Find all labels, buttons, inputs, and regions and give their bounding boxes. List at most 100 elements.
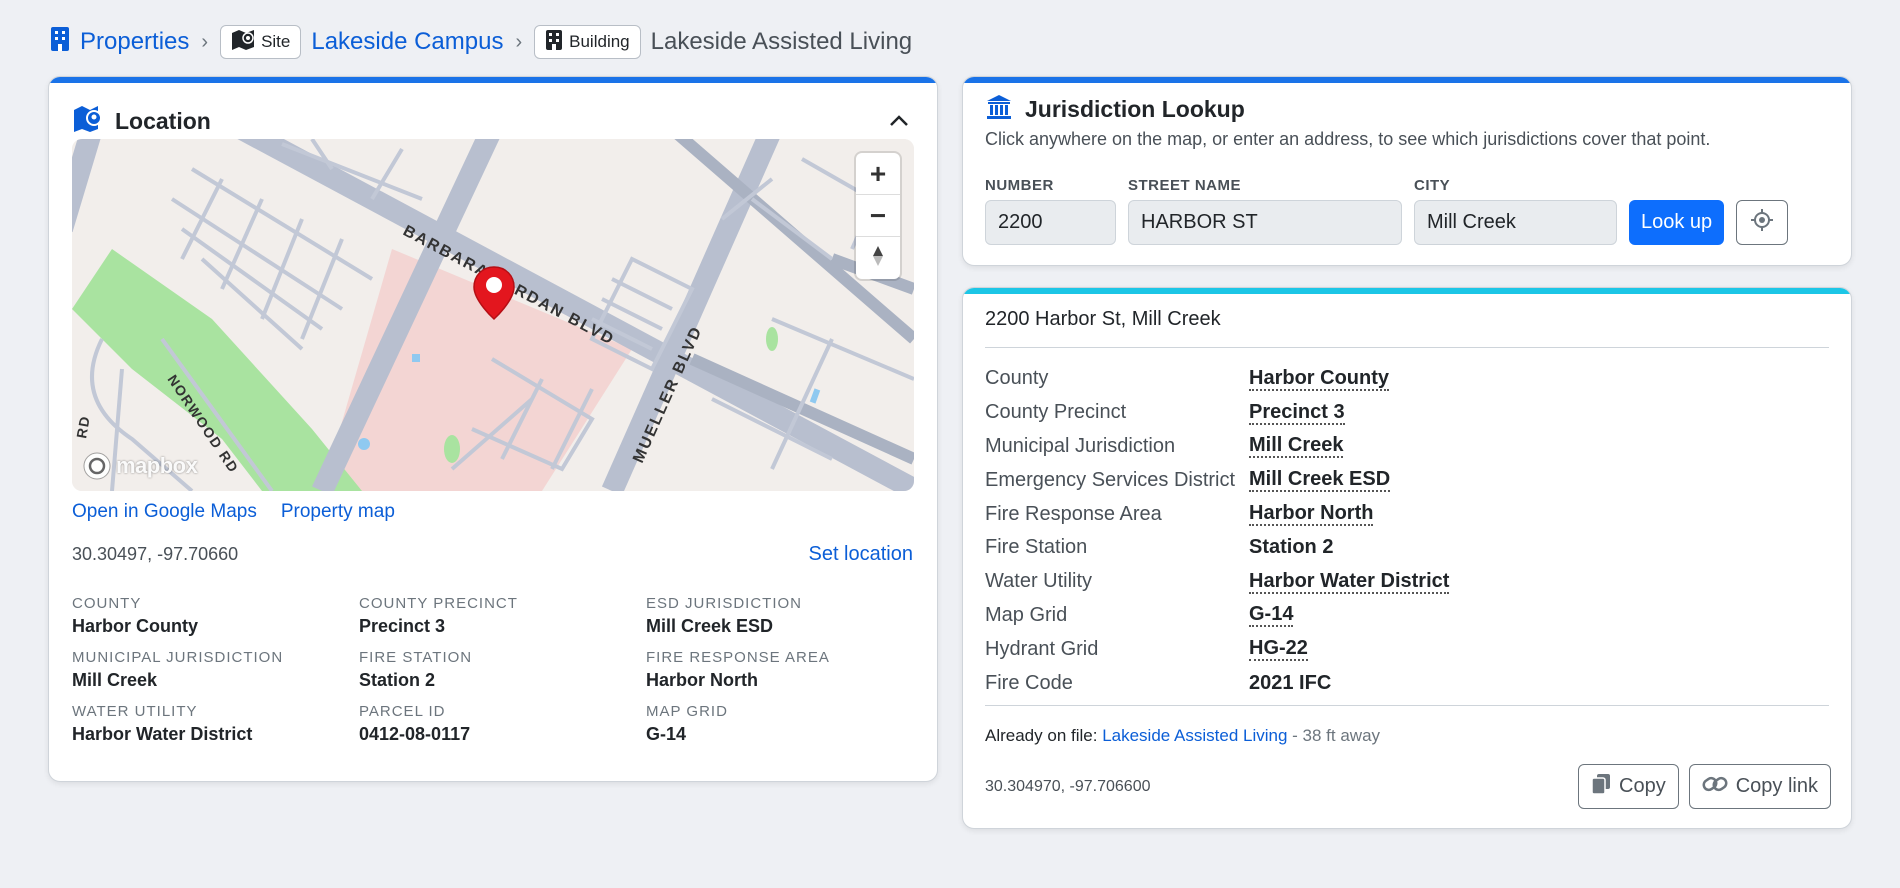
result-row: Municipal Jurisdiction Mill Creek: [985, 430, 1449, 464]
copy-link-button[interactable]: Copy link: [1688, 764, 1831, 809]
copy-link-button-label: Copy link: [1735, 775, 1818, 797]
city-field-group: CITY Mill Creek: [1414, 177, 1617, 245]
attribute-item: Fire Response Area Harbor North: [646, 649, 914, 691]
lookup-subtitle: Click anywhere on the map, or enter an a…: [985, 129, 1711, 149]
attribute-item: Map Grid G-14: [646, 703, 914, 745]
result-value: Station 2: [1249, 536, 1334, 559]
attribute-label: Parcel ID: [359, 703, 446, 720]
location-header: Location: [73, 101, 913, 141]
zoom-in-button[interactable]: +: [856, 153, 900, 195]
lookup-form: NUMBER 2200 STREET NAME HARBOR ST CITY M…: [985, 177, 1789, 245]
look-up-button[interactable]: Look up: [1629, 200, 1725, 245]
result-row: Emergency Services District Mill Creek ES…: [985, 463, 1449, 497]
city-field[interactable]: Mill Creek: [1414, 200, 1617, 245]
result-table: County Harbor County County Precinct Preci…: [985, 362, 1450, 700]
map-links: Open in Google Maps Property map: [72, 501, 395, 523]
collapse-chevron-icon[interactable]: [885, 107, 913, 135]
attribute-value: Precinct 3: [359, 616, 446, 636]
result-coordinates: 30.304970, -97.706600: [985, 778, 1151, 795]
result-key: County Precinct: [985, 401, 1127, 424]
attribute-label: Fire Response Area: [646, 649, 830, 666]
building-icon: [545, 29, 563, 56]
result-value-link[interactable]: G-14: [1249, 603, 1294, 628]
zoom-out-button[interactable]: −: [856, 195, 900, 237]
breadcrumb-separator: ›: [201, 30, 209, 53]
open-google-maps-link[interactable]: Open in Google Maps: [72, 501, 257, 523]
location-map[interactable]: BARBARA JORDAN BLVD MUELLER BLVD NORWOOD…: [72, 139, 914, 491]
result-key: Hydrant Grid: [985, 637, 1099, 660]
crosshair-icon: [1750, 208, 1774, 237]
result-value-link[interactable]: HG-22: [1249, 637, 1308, 662]
result-row: Map Grid G-14: [985, 599, 1449, 633]
result-value-link[interactable]: Harbor County: [1249, 367, 1389, 391]
result-value-link[interactable]: Precinct 3: [1249, 401, 1345, 425]
clipboard-icon: [1591, 773, 1611, 801]
copy-button-label: Copy: [1619, 775, 1666, 797]
on-file-distance: - 38 ft away: [1292, 726, 1381, 745]
attribute-item: Fire Station Station 2: [359, 649, 646, 691]
result-value: 2021 IFC: [1249, 671, 1332, 694]
result-value-link[interactable]: Harbor Water District: [1249, 570, 1450, 594]
building-badge-label: Building: [569, 32, 630, 51]
map-location-icon: [73, 105, 103, 138]
location-card: Location BARBARA JORDAN BLVD MUELLER BLV…: [48, 76, 938, 782]
attribute-value: Mill Creek: [72, 670, 158, 690]
divider: [985, 347, 1829, 348]
lookup-header: Jurisdiction Lookup: [985, 93, 1245, 126]
result-value-link[interactable]: Mill Creek: [1249, 434, 1344, 459]
site-badge: Site: [220, 25, 302, 59]
location-marker-icon[interactable]: [472, 265, 516, 326]
building-badge: Building: [534, 25, 641, 59]
breadcrumb-site-link[interactable]: Lakeside Campus: [311, 28, 503, 56]
attribute-value: Harbor Water District: [72, 724, 253, 744]
location-coordinates: 30.30497, -97.70660: [72, 544, 239, 564]
attribute-item: County Precinct Precinct 3: [359, 595, 646, 637]
result-row: Fire Response Area Harbor North: [985, 497, 1449, 531]
result-value-link[interactable]: Mill Creek ESD: [1249, 468, 1391, 493]
result-key: County: [985, 367, 1049, 390]
attribute-value: Harbor North: [646, 670, 758, 690]
street-name-field[interactable]: HARBOR ST: [1128, 200, 1402, 245]
use-my-location-button[interactable]: [1736, 200, 1789, 245]
breadcrumb-properties-link[interactable]: Properties: [80, 28, 189, 56]
number-field[interactable]: 2200: [985, 200, 1116, 245]
result-key: Municipal Jurisdiction: [985, 434, 1176, 457]
result-value-link[interactable]: Harbor North: [1249, 502, 1374, 527]
lookup-title: Jurisdiction Lookup: [1025, 96, 1245, 122]
result-row: County Harbor County: [985, 362, 1449, 396]
result-row: Hydrant Grid HG-22: [985, 632, 1449, 666]
attribute-label: Municipal Jurisdiction: [72, 649, 284, 666]
city-label: CITY: [1414, 177, 1451, 194]
set-location-link[interactable]: Set location: [808, 543, 913, 566]
attribute-item: Water Utility Harbor Water District: [72, 703, 359, 745]
result-row: County Precinct Precinct 3: [985, 396, 1449, 430]
attribute-label: Fire Station: [359, 649, 473, 666]
property-map-link[interactable]: Property map: [281, 501, 395, 523]
compass-button[interactable]: [856, 237, 900, 279]
result-actions: Copy Copy link: [1578, 764, 1831, 809]
mapbox-mark-icon: [83, 452, 111, 480]
result-key: Fire Response Area: [985, 502, 1162, 525]
attribute-value: Station 2: [359, 670, 436, 690]
number-field-group: NUMBER 2200: [985, 177, 1116, 245]
attribute-label: Water Utility: [72, 703, 198, 720]
attribute-label: ESD Jurisdiction: [646, 595, 803, 612]
result-row: Fire Code 2021 IFC: [985, 666, 1449, 700]
number-label: NUMBER: [985, 177, 1054, 194]
street-name-label: STREET NAME: [1128, 177, 1242, 194]
result-key: Fire Code: [985, 671, 1073, 694]
breadcrumb-separator: ›: [515, 30, 523, 53]
attribute-value: Mill Creek ESD: [646, 616, 774, 636]
site-badge-label: Site: [261, 32, 291, 51]
already-on-file: Already on file: Lakeside Assisted Livin…: [985, 726, 1380, 746]
attribute-item: Municipal Jurisdiction Mill Creek: [72, 649, 359, 691]
result-key: Emergency Services District: [985, 468, 1236, 491]
result-key: Water Utility: [985, 570, 1093, 593]
result-key: Fire Station: [985, 536, 1088, 559]
copy-button[interactable]: Copy: [1578, 764, 1679, 809]
on-file-property-link[interactable]: Lakeside Assisted Living: [1102, 726, 1287, 745]
compass-icon: [871, 242, 885, 274]
attribute-item: ESD Jurisdiction Mill Creek ESD: [646, 595, 914, 637]
location-title: Location: [115, 107, 211, 134]
courthouse-icon: [985, 93, 1013, 126]
